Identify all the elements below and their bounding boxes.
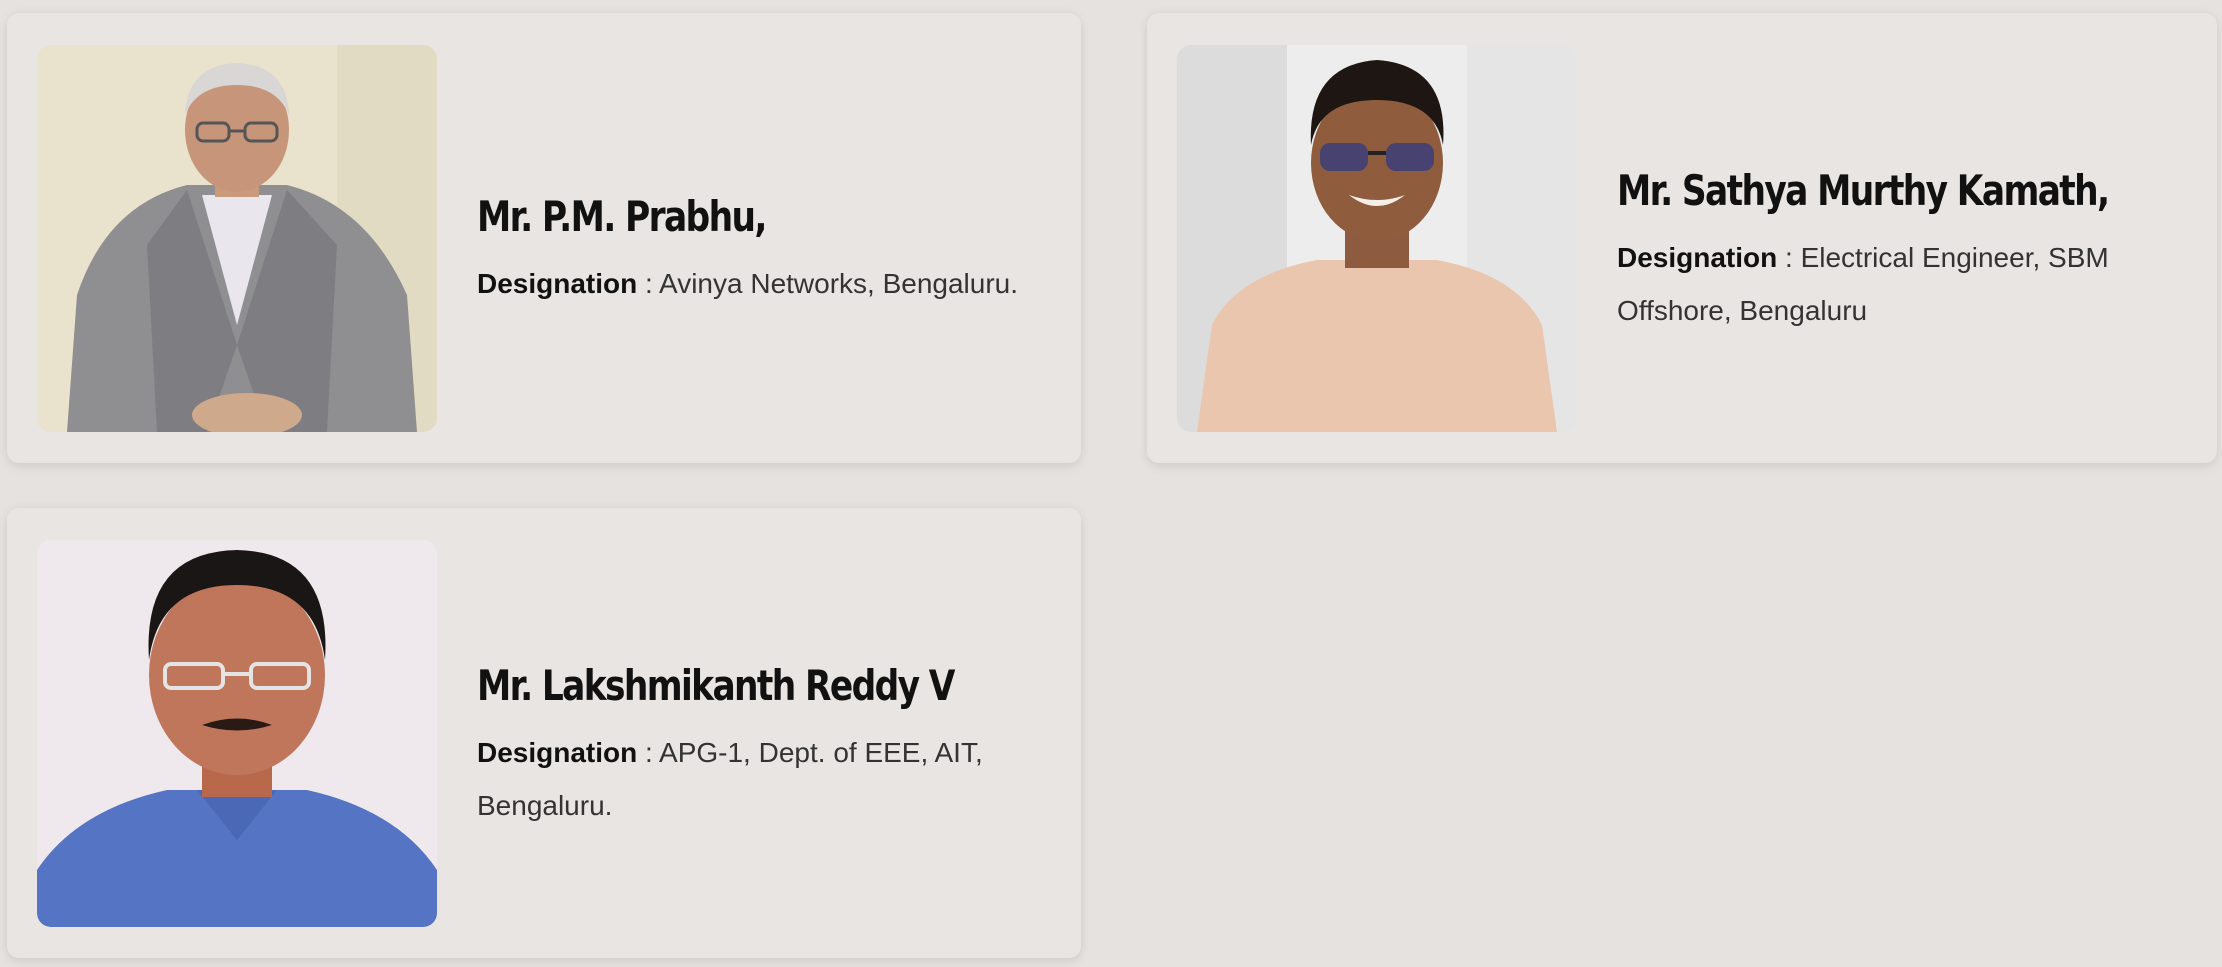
person-card: Mr. P.M. Prabhu, Designation : Avinya Ne…	[7, 13, 1081, 463]
person-photo	[1177, 44, 1577, 432]
person-name: Mr. Lakshmikanth Reddy V	[477, 660, 955, 710]
person-name: Mr. Sathya Murthy Kamath,	[1617, 165, 2110, 215]
person-photo-image	[1177, 44, 1577, 432]
person-info: Mr. Sathya Murthy Kamath, Designation : …	[1617, 166, 2197, 337]
designation-label: Designation	[1617, 241, 1778, 273]
person-designation: Designation : APG-1, Dept. of EEE, AIT, …	[477, 726, 1057, 832]
person-card: Mr. Sathya Murthy Kamath, Designation : …	[1147, 13, 2217, 463]
person-photo-image	[37, 44, 437, 432]
person-card: Mr. Lakshmikanth Reddy V Designation : A…	[7, 508, 1081, 958]
designation-label: Designation	[477, 736, 638, 768]
person-photo	[37, 539, 437, 927]
people-grid: Mr. P.M. Prabhu, Designation : Avinya Ne…	[0, 0, 2222, 967]
person-designation: Designation : Avinya Networks, Bengaluru…	[477, 257, 1051, 310]
designation-value: : Avinya Networks, Bengaluru.	[645, 268, 1019, 299]
designation-label: Designation	[477, 268, 638, 299]
person-photo	[37, 44, 437, 432]
person-designation: Designation : Electrical Engineer, SBM O…	[1617, 231, 2197, 337]
person-info: Mr. P.M. Prabhu, Designation : Avinya Ne…	[477, 192, 1051, 310]
person-photo-image	[37, 539, 437, 927]
person-name: Mr. P.M. Prabhu,	[477, 192, 767, 241]
person-info: Mr. Lakshmikanth Reddy V Designation : A…	[477, 661, 1057, 832]
